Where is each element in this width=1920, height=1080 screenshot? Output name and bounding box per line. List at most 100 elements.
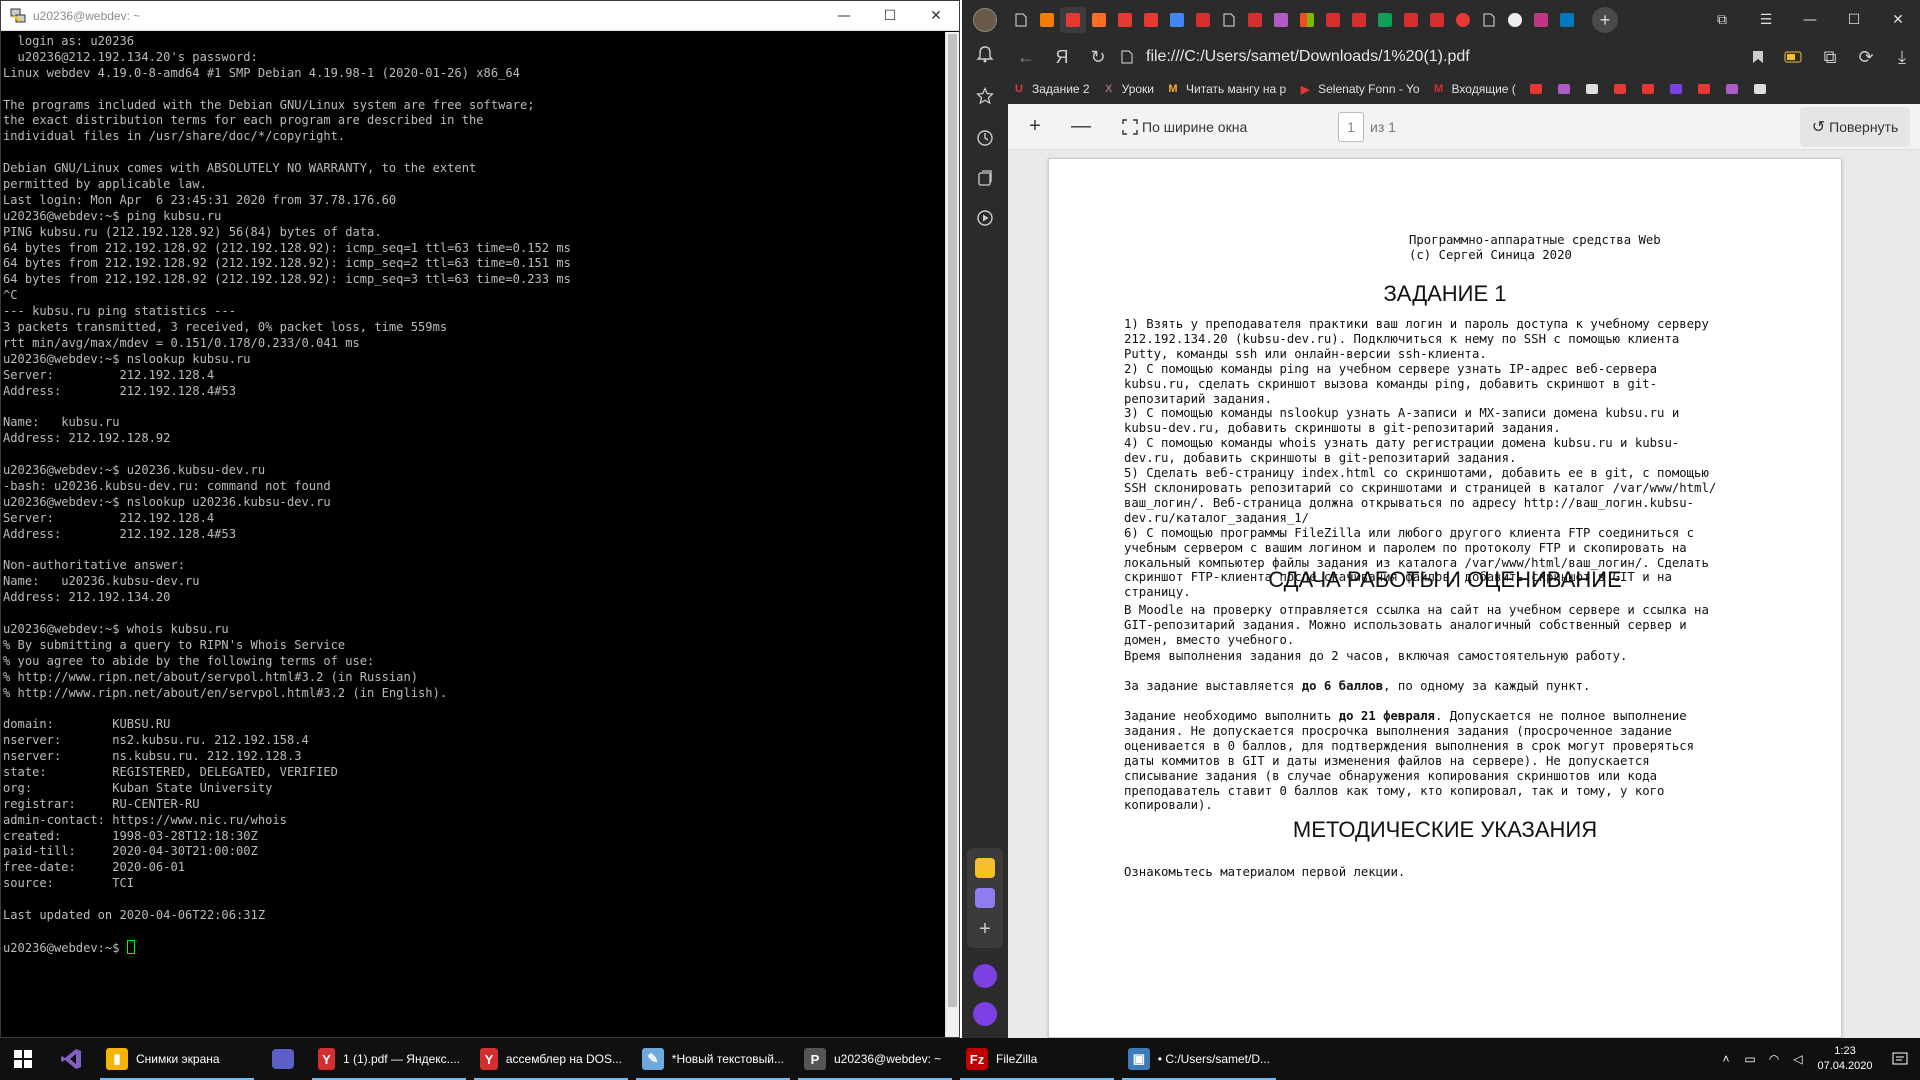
yandex-icon[interactable]: Я <box>1044 40 1080 74</box>
bookmark-item[interactable]: M Читать мангу на р <box>1166 82 1286 96</box>
pdf-viewer[interactable]: + — По ширине окна 1 из 1 ↺ Повернуть Пр… <box>1008 104 1920 1038</box>
tab-youtube-2[interactable] <box>1138 7 1164 33</box>
back-icon[interactable]: ← <box>1008 40 1044 74</box>
play-icon[interactable] <box>973 206 997 230</box>
messenger-app-icon[interactable] <box>975 888 995 908</box>
bookmark-icon[interactable] <box>1668 81 1684 97</box>
tab-yandex-2[interactable] <box>1242 7 1268 33</box>
maximize-icon[interactable]: ☐ <box>1832 0 1876 40</box>
volume-icon[interactable]: ◁ <box>1786 1038 1810 1080</box>
reload-icon[interactable]: ↻ <box>1080 40 1116 74</box>
minimize-button[interactable]: — <box>821 1 867 31</box>
sync-icon[interactable]: ⟳ <box>1848 40 1884 74</box>
terminal-output[interactable]: login as: u20236 u20236@212.192.134.20's… <box>3 32 945 1037</box>
tab-youtube-1[interactable] <box>1112 7 1138 33</box>
bookmark-item[interactable]: X Уроки <box>1102 82 1154 96</box>
taskbar-app[interactable]: Fz FileZilla <box>956 1038 1118 1080</box>
taskbar-app[interactable]: ✎ *Новый текстовый... <box>632 1038 794 1080</box>
fit-width-button[interactable]: По ширине окна <box>1122 119 1247 135</box>
grading-p3-text-c: , по одному за каждый пункт. <box>1383 679 1591 693</box>
tab-yandex-1[interactable] <box>1190 7 1216 33</box>
tab-trello[interactable] <box>1554 7 1580 33</box>
start-button[interactable] <box>0 1038 46 1080</box>
teams-icon[interactable] <box>258 1038 308 1080</box>
tab-mega[interactable] <box>1398 7 1424 33</box>
bookmark-icon[interactable] <box>1556 81 1572 97</box>
notifications-icon[interactable] <box>1880 1038 1920 1080</box>
tab-sheets[interactable] <box>1372 7 1398 33</box>
rotate-button[interactable]: ↺ Повернуть <box>1800 107 1910 147</box>
close-icon[interactable]: ✕ <box>1876 0 1920 40</box>
tab-in[interactable] <box>1034 7 1060 33</box>
putty-titlebar[interactable]: u20236@webdev: ~ — ☐ ✕ <box>1 1 959 31</box>
scrollbar-thumb[interactable] <box>948 34 957 1007</box>
visual-studio-icon[interactable] <box>46 1038 96 1080</box>
profile-avatar[interactable] <box>973 8 997 32</box>
taskbar-app[interactable]: Yассемблер на DOS... <box>470 1038 632 1080</box>
putty-window[interactable]: u20236@webdev: ~ — ☐ ✕ login as: u20236 … <box>0 0 960 1038</box>
tab-yandex-5[interactable] <box>1424 7 1450 33</box>
extensions-icon[interactable]: ⧉ <box>1812 40 1848 74</box>
zoom-out-button[interactable]: — <box>1058 111 1104 143</box>
bookmark-icon[interactable] <box>1584 81 1600 97</box>
taskbar-app[interactable]: Pu20236@webdev: ~ <box>794 1038 956 1080</box>
bell-icon[interactable] <box>973 42 997 66</box>
alice-icon[interactable] <box>973 964 997 988</box>
url-field[interactable]: file:///C:/Users/samet/Downloads/1%20(1)… <box>1138 48 1740 66</box>
mail-app-icon[interactable] <box>975 858 995 878</box>
terminal-prompt: u20236@webdev:~$ <box>3 940 127 955</box>
tab-star[interactable] <box>1450 7 1476 33</box>
pdf-toolbar: + — По ширине окна 1 из 1 ↺ Повернуть <box>1008 104 1920 150</box>
download-icon[interactable]: ⤓ <box>1884 40 1920 74</box>
bookmark-item[interactable]: M Входящие ( <box>1432 82 1516 96</box>
battery-tray-icon[interactable]: ▭ <box>1738 1038 1762 1080</box>
bookmark-icon[interactable] <box>1696 81 1712 97</box>
chevron-up-icon[interactable]: ˄ <box>1714 1038 1738 1080</box>
zoom-in-button[interactable]: + <box>1012 111 1058 143</box>
tab-instagram[interactable] <box>1528 7 1554 33</box>
tab-yandex-4[interactable] <box>1346 7 1372 33</box>
wifi-icon[interactable]: ◠ <box>1762 1038 1786 1080</box>
grading-paragraph-4: Задание необходимо выполнить до 21 февра… <box>1124 709 1764 813</box>
tab-pdf-active[interactable] <box>1060 7 1086 33</box>
battery-icon[interactable] <box>1776 40 1812 74</box>
assistant-icon[interactable] <box>973 1002 997 1026</box>
history-icon[interactable] <box>973 126 997 150</box>
tab-moodle[interactable] <box>1268 7 1294 33</box>
bookmark-item[interactable]: ▶ Selenaty Fonn - Yo <box>1298 82 1420 96</box>
terminal-line: % you agree to abide by the following te… <box>3 653 375 668</box>
tabs-menu-icon[interactable]: ⧉ <box>1700 0 1744 40</box>
browser-window[interactable]: + + ⧉ ☰ — ☐ ✕ ← Я ↻ file:///C:/Users/sam… <box>962 0 1920 1038</box>
collections-icon[interactable] <box>973 166 997 190</box>
minimize-icon[interactable]: — <box>1788 0 1832 40</box>
tab-file-2[interactable] <box>1216 7 1242 33</box>
bookmark-icon[interactable] <box>1528 81 1544 97</box>
clock[interactable]: 1:23 07.04.2020 <box>1810 1044 1880 1074</box>
bookmark-icon[interactable] <box>1640 81 1656 97</box>
bookmark-icon[interactable] <box>1740 40 1776 74</box>
bookmark-icon[interactable] <box>1724 81 1740 97</box>
tab-file-3[interactable] <box>1476 7 1502 33</box>
add-app-icon[interactable]: + <box>975 919 995 940</box>
tab-microsoft[interactable] <box>1294 7 1320 33</box>
taskbar-app[interactable]: Y 1 (1).pdf — Яндекс.... <box>308 1038 470 1080</box>
new-tab-button[interactable]: + <box>1592 7 1618 33</box>
tab-gitlab[interactable] <box>1086 7 1112 33</box>
bookmark-icon[interactable] <box>1612 81 1628 97</box>
close-button[interactable]: ✕ <box>913 1 959 31</box>
tab-translate[interactable] <box>1164 7 1190 33</box>
tab-file[interactable] <box>1008 7 1034 33</box>
bookmark-item[interactable]: U Задание 2 <box>1012 82 1090 96</box>
tab-yandex-3[interactable] <box>1320 7 1346 33</box>
taskbar-app[interactable]: ▣ • C:/Users/samet/D... <box>1118 1038 1280 1080</box>
tab-github[interactable] <box>1502 7 1528 33</box>
bookmark-icon[interactable] <box>1752 81 1768 97</box>
maximize-button[interactable]: ☐ <box>867 1 913 31</box>
menu-icon[interactable]: ☰ <box>1744 0 1788 40</box>
terminal-line: state: REGISTERED, DELEGATED, VERIFIED <box>3 764 338 779</box>
star-icon[interactable] <box>973 84 997 108</box>
taskbar-app[interactable]: ▮ Снимки экрана <box>96 1038 258 1080</box>
terminal-scrollbar[interactable] <box>945 32 959 1037</box>
terminal-prompt-line[interactable]: u20236@webdev:~$ <box>3 939 945 956</box>
page-number-input[interactable]: 1 <box>1338 111 1364 142</box>
